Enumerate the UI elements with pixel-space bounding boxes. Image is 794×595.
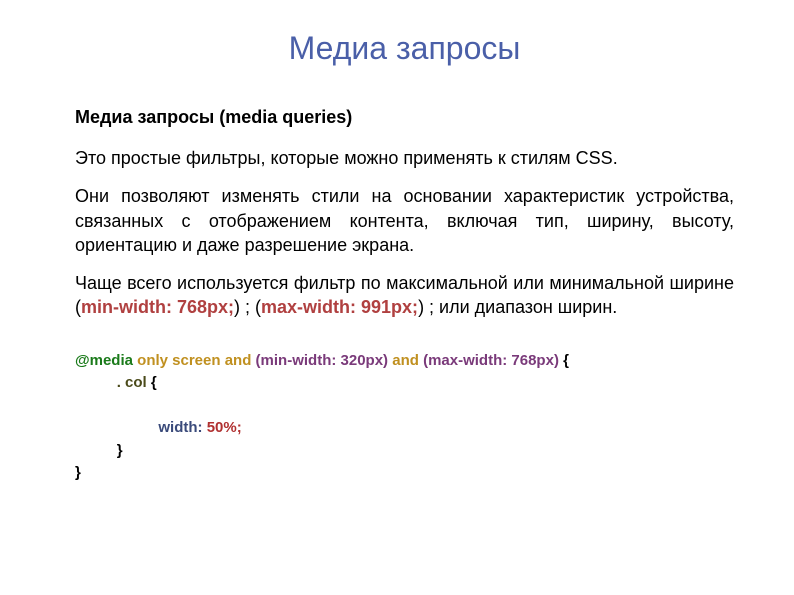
code-close-brace-1: } xyxy=(117,442,123,459)
code-selector: . col xyxy=(117,374,147,391)
para3-highlight-1: min-width: 768px; xyxy=(81,297,234,317)
paragraph-2: Они позволяют изменять стили на основани… xyxy=(75,184,734,257)
code-line-3: width: 50%; xyxy=(75,417,734,440)
code-line-1: @media only screen and (min-width: 320px… xyxy=(75,350,734,373)
code-line-2: . col { xyxy=(75,372,734,395)
code-open-brace-2: { xyxy=(151,374,157,391)
paragraph-1: Это простые фильтры, которые можно приме… xyxy=(75,146,734,170)
code-condition-2: (max-width: 768px) xyxy=(423,352,559,369)
code-block: @media only screen and (min-width: 320px… xyxy=(75,350,734,485)
section-subtitle: Медиа запросы (media queries) xyxy=(75,107,734,128)
para3-highlight-2: max-width: 991px; xyxy=(261,297,418,317)
code-line-5: } xyxy=(75,462,734,485)
para3-text-b: ) ; ( xyxy=(234,297,261,317)
code-line-blank xyxy=(75,395,734,418)
code-and: and xyxy=(392,352,419,369)
page-title: Медиа запросы xyxy=(75,30,734,67)
code-value: 50%; xyxy=(207,419,242,436)
code-only-screen: only screen and xyxy=(137,352,251,369)
code-close-brace-2: } xyxy=(75,464,81,481)
code-line-4: } xyxy=(75,440,734,463)
code-property: width: xyxy=(158,419,202,436)
code-condition-1: (min-width: 320px) xyxy=(256,352,389,369)
paragraph-3: Чаще всего используется фильтр по максим… xyxy=(75,271,734,320)
code-media-keyword: @media xyxy=(75,352,133,369)
para3-text-c: ) ; или диапазон ширин. xyxy=(418,297,617,317)
code-open-brace-1: { xyxy=(563,352,569,369)
